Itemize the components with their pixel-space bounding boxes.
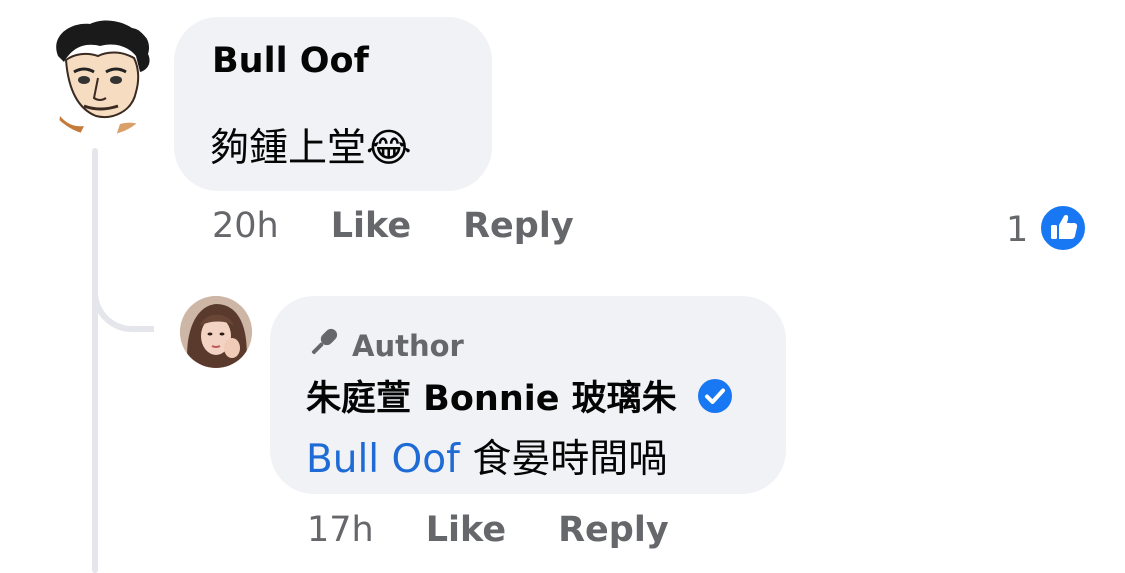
- author-badge: Author: [306, 324, 464, 367]
- comment-bubble: Bull Oof 夠鍾上堂😂: [174, 17, 492, 191]
- reply-button[interactable]: Reply: [558, 510, 669, 550]
- reply-button[interactable]: Reply: [463, 206, 574, 246]
- mention-link[interactable]: Bull Oof: [306, 437, 460, 482]
- thread-line: [92, 148, 98, 573]
- avatar[interactable]: [180, 296, 252, 368]
- avatar[interactable]: [40, 16, 160, 136]
- reply-timestamp[interactable]: 17h: [307, 510, 374, 550]
- reaction-summary[interactable]: 1: [1006, 203, 1088, 257]
- comment-author-name[interactable]: Bull Oof: [212, 41, 369, 81]
- reaction-count: 1: [1006, 210, 1029, 250]
- like-icon: [1038, 203, 1088, 257]
- reply-author-link[interactable]: 朱庭萱 Bonnie 玻璃朱: [306, 379, 677, 419]
- laughing-emoji: 😂: [366, 126, 412, 171]
- reply-text: Bull Oof 食晏時間喎: [306, 428, 667, 484]
- comment-text: 夠鍾上堂😂: [210, 117, 412, 173]
- profile-photo: [180, 296, 252, 368]
- reply-author-name: 朱庭萱 Bonnie 玻璃朱: [306, 370, 733, 421]
- like-button[interactable]: Like: [426, 510, 506, 550]
- comment-timestamp[interactable]: 20h: [212, 206, 279, 246]
- reply-actions: 17h Like Reply: [307, 510, 721, 550]
- like-button[interactable]: Like: [331, 206, 411, 246]
- comment-body: 夠鍾上堂: [210, 126, 367, 171]
- reply-body: 食晏時間喎: [472, 437, 668, 482]
- verified-icon: [697, 378, 733, 423]
- reply-connector: [92, 260, 154, 332]
- microphone-icon: [306, 324, 342, 367]
- caricature-avatar-image: [40, 16, 160, 136]
- author-badge-label: Author: [352, 328, 464, 363]
- comment-actions: 20h Like Reply: [212, 206, 626, 246]
- reply-bubble: Author 朱庭萱 Bonnie 玻璃朱 Bull Oof 食晏時間喎: [270, 296, 786, 494]
